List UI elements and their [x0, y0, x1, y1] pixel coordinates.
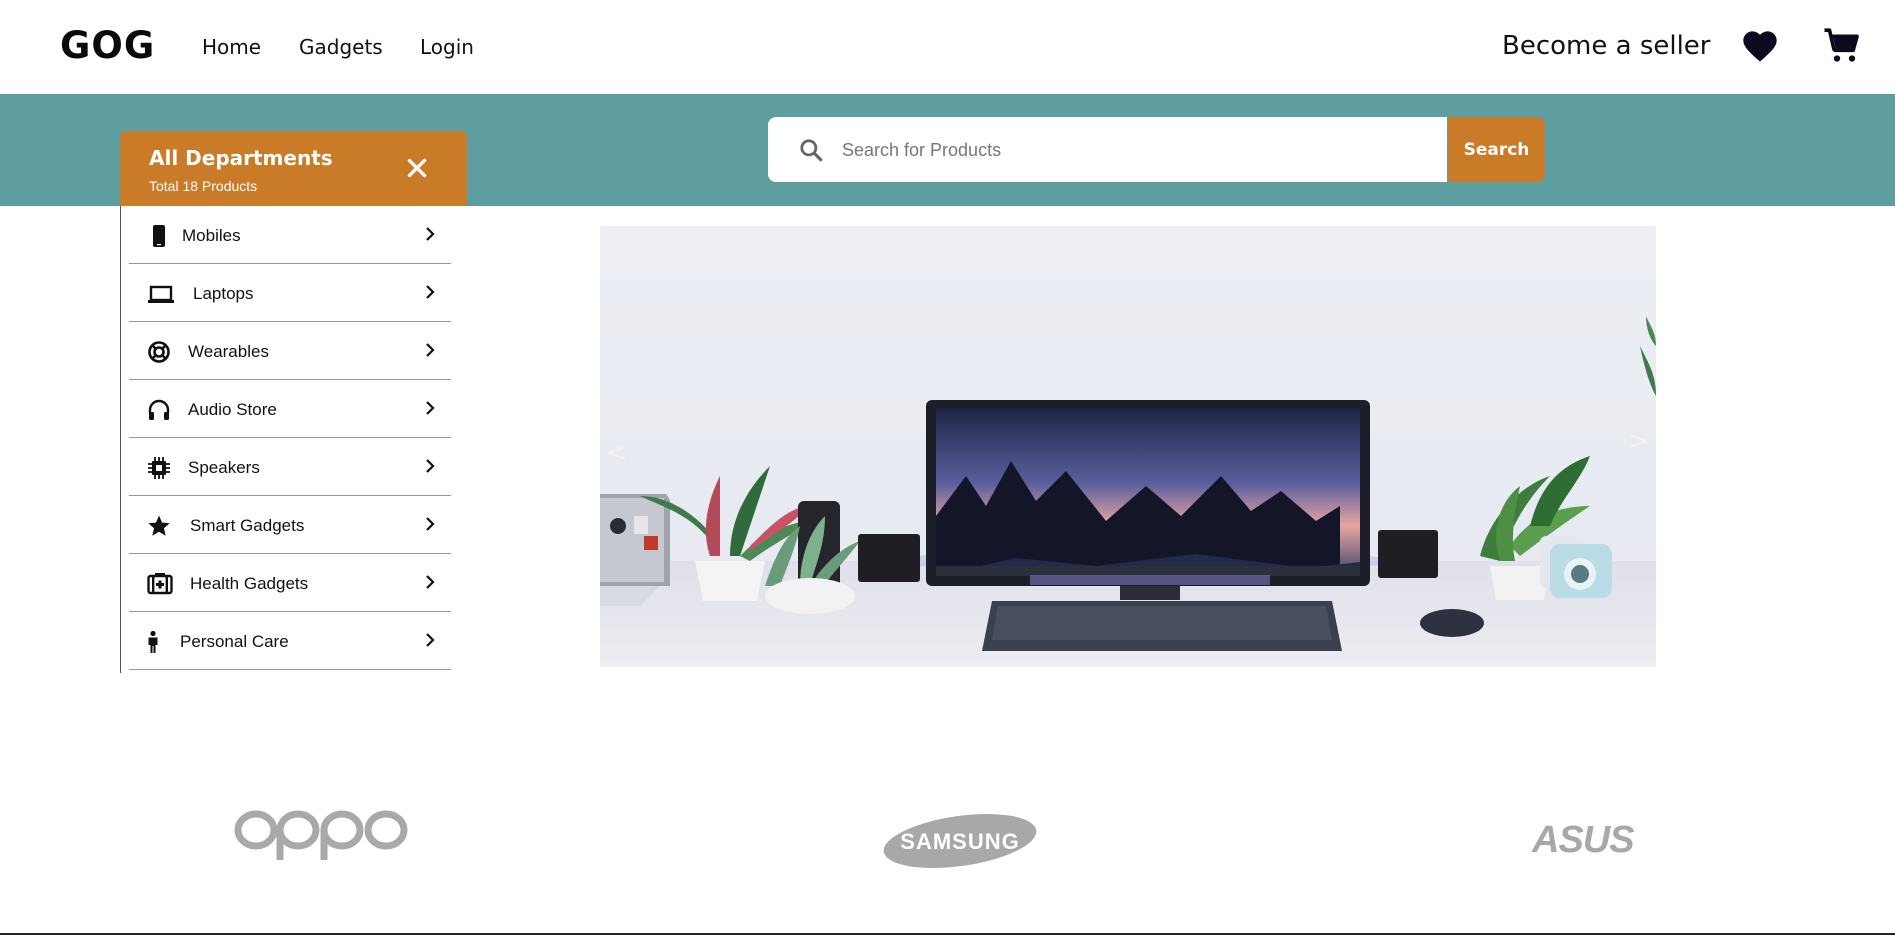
person-icon: [145, 630, 161, 654]
department-label: Laptops: [193, 284, 254, 303]
chevron-right-icon: [423, 574, 437, 590]
search-icon: [798, 137, 824, 163]
department-item-smart-gadgets[interactable]: Smart Gadgets: [129, 496, 451, 554]
search-box: [768, 117, 1447, 182]
nav-login-link[interactable]: Login: [420, 35, 474, 59]
chevron-right-icon: [423, 400, 437, 416]
chip-icon: [147, 456, 171, 480]
department-item-speakers[interactable]: Speakers: [129, 438, 451, 496]
brand-logo-samsung[interactable]: SAMSUNG: [882, 814, 1038, 868]
chevron-right-icon: [423, 284, 437, 300]
chevron-right-icon: [423, 226, 437, 242]
become-seller-link[interactable]: Become a seller: [1502, 31, 1711, 61]
carousel-next-button[interactable]: >: [1628, 426, 1652, 456]
department-item-mobiles[interactable]: Mobiles: [129, 206, 451, 264]
svg-text:SAMSUNG: SAMSUNG: [900, 829, 1019, 854]
search-input[interactable]: [842, 131, 1422, 169]
hero-carousel: < >: [600, 226, 1656, 667]
top-header: GOG Home Gadgets Login Become a seller: [0, 0, 1895, 94]
brand-logo-oppo[interactable]: [232, 808, 410, 862]
laptop-icon: [147, 282, 175, 306]
nav-gadgets-link[interactable]: Gadgets: [299, 35, 383, 59]
departments-list: Mobiles Laptops Wearables Audio Store Sp…: [120, 206, 451, 673]
chevron-right-icon: [423, 632, 437, 648]
hero-image: [600, 316, 1656, 667]
cart-icon[interactable]: [1822, 26, 1862, 66]
chevron-right-icon: [423, 516, 437, 532]
departments-title: All Departments: [149, 146, 333, 170]
department-item-personal-care[interactable]: Personal Care: [129, 612, 451, 670]
nav-home-link[interactable]: Home: [202, 35, 261, 59]
department-label: Health Gadgets: [190, 574, 309, 593]
department-item-wearables[interactable]: Wearables: [129, 322, 451, 380]
department-label: Mobiles: [182, 226, 241, 245]
heart-icon[interactable]: [1740, 26, 1780, 66]
site-logo[interactable]: GOG: [60, 24, 155, 67]
mobile-icon: [147, 224, 171, 248]
chevron-right-icon: [423, 342, 437, 358]
department-label: Personal Care: [180, 632, 289, 651]
department-item-health-gadgets[interactable]: Health Gadgets: [129, 554, 451, 612]
department-label: Speakers: [188, 458, 260, 477]
departments-product-count: Total 18 Products: [149, 178, 258, 194]
search-button[interactable]: Search: [1448, 117, 1545, 182]
department-item-audio-store[interactable]: Audio Store: [129, 380, 451, 438]
brand-logo-asus[interactable]: ASUS: [1530, 822, 1668, 856]
wearable-icon: [147, 340, 171, 364]
svg-text:ASUS: ASUS: [1531, 822, 1634, 856]
carousel-prev-button[interactable]: <: [606, 438, 630, 468]
headphones-icon: [147, 398, 171, 422]
department-label: Wearables: [188, 342, 269, 361]
department-item-laptops[interactable]: Laptops: [129, 264, 451, 322]
chevron-right-icon: [423, 458, 437, 474]
department-label: Audio Store: [188, 400, 277, 419]
departments-header: All Departments Total 18 Products: [120, 131, 467, 206]
star-icon: [147, 514, 171, 538]
first-aid-icon: [147, 572, 173, 596]
close-icon[interactable]: [404, 155, 430, 181]
department-label: Smart Gadgets: [190, 516, 305, 535]
